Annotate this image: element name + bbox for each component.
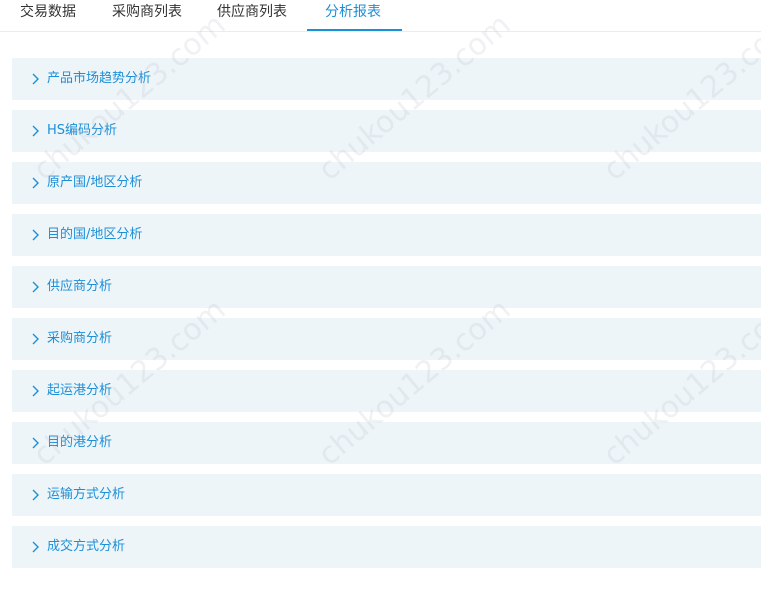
section-label: 采购商分析 (47, 331, 113, 346)
section-origin-country[interactable]: 原产国/地区分析 (12, 162, 761, 204)
chevron-right-icon (32, 177, 39, 189)
section-label: HS编码分析 (47, 123, 118, 138)
section-label: 目的国/地区分析 (47, 227, 143, 242)
section-label: 供应商分析 (47, 279, 113, 294)
tab-analysis-report[interactable]: 分析报表 (325, 0, 381, 32)
section-destination-country[interactable]: 目的国/地区分析 (12, 214, 761, 256)
chevron-right-icon (32, 385, 39, 397)
section-destination-port[interactable]: 目的港分析 (12, 422, 761, 464)
section-label: 运输方式分析 (47, 487, 126, 502)
chevron-right-icon (32, 281, 39, 293)
tab-trade-data[interactable]: 交易数据 (20, 0, 76, 32)
section-buyer[interactable]: 采购商分析 (12, 318, 761, 360)
section-product-market-trend[interactable]: 产品市场趋势分析 (12, 58, 761, 100)
chevron-right-icon (32, 229, 39, 241)
tab-supplier-list[interactable]: 供应商列表 (217, 0, 287, 32)
chevron-right-icon (32, 125, 39, 137)
section-supplier[interactable]: 供应商分析 (12, 266, 761, 308)
section-label: 成交方式分析 (47, 539, 126, 554)
chevron-right-icon (32, 437, 39, 449)
chevron-right-icon (32, 489, 39, 501)
chevron-right-icon (32, 541, 39, 553)
section-label: 产品市场趋势分析 (47, 71, 152, 86)
section-label: 目的港分析 (47, 435, 113, 450)
section-label: 原产国/地区分析 (47, 175, 143, 190)
section-hs-code[interactable]: HS编码分析 (12, 110, 761, 152)
section-trade-terms[interactable]: 成交方式分析 (12, 526, 761, 568)
section-departure-port[interactable]: 起运港分析 (12, 370, 761, 412)
tab-bar: 交易数据 采购商列表 供应商列表 分析报表 (0, 0, 761, 32)
chevron-right-icon (32, 333, 39, 345)
active-tab-indicator (307, 29, 402, 31)
section-transport-mode[interactable]: 运输方式分析 (12, 474, 761, 516)
tab-buyer-list[interactable]: 采购商列表 (112, 0, 182, 32)
section-label: 起运港分析 (47, 383, 113, 398)
chevron-right-icon (32, 73, 39, 85)
